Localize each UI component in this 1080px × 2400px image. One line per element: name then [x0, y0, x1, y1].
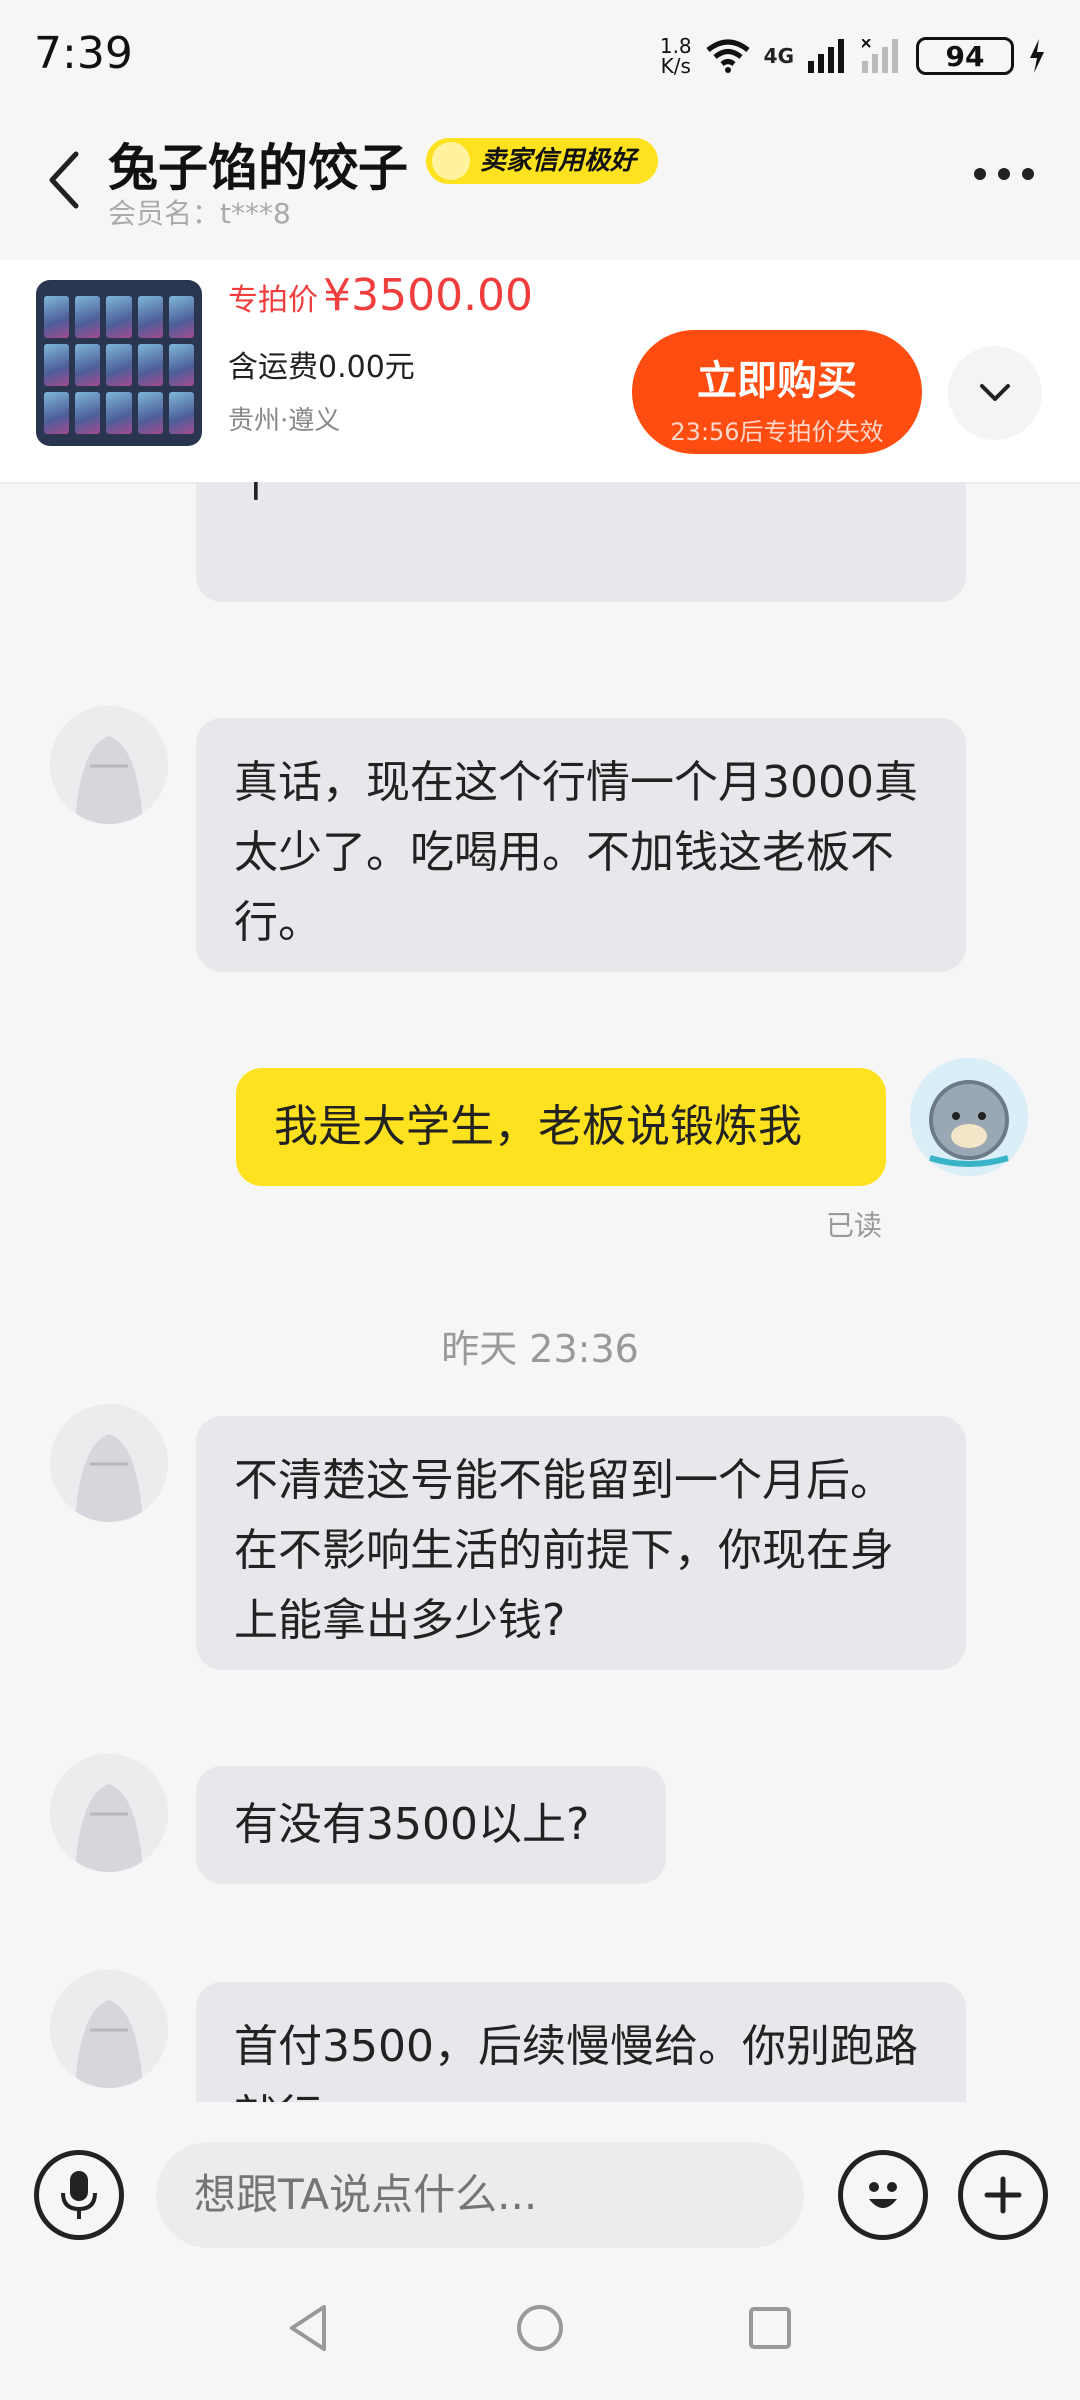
message-bubble[interactable]: 真话，现在这个行情一个月3000真太少了。吃喝用。不加钱这老板不行。 [196, 718, 966, 972]
battery-level: 94 [945, 39, 985, 73]
seller-avatar[interactable] [50, 1970, 168, 2088]
badge-label: 卖家信用极好 [480, 146, 637, 176]
input-bar [0, 2102, 1080, 2262]
product-card[interactable]: 专拍价 ¥3500.00 含运费0.00元 贵州·遵义 立即购买 23:56后专… [0, 260, 1080, 484]
dot-icon [1022, 168, 1034, 180]
signal-weak-icon [862, 39, 898, 73]
wifi-icon [706, 39, 750, 73]
shipping-info: 含运费0.00元 [228, 350, 415, 385]
chevron-down-icon [980, 384, 1010, 401]
avatar-illustration-icon [50, 1754, 168, 1872]
seller-credit-badge: 卖家信用极好 [426, 138, 659, 184]
seller-avatar[interactable] [50, 1404, 168, 1522]
add-button[interactable] [958, 2150, 1048, 2240]
buy-countdown: 23:56后专拍价失效 [670, 418, 884, 446]
status-icons: 1.8 K/s 4G 94 [660, 34, 1046, 78]
square-recents-icon [749, 2307, 791, 2349]
battery-icon: 94 [916, 37, 1014, 75]
seal-avatar-icon [910, 1058, 1028, 1176]
triangle-back-icon [290, 2305, 326, 2351]
status-time: 7:39 [34, 28, 133, 79]
message-list[interactable]: 喊老板加钱。一个月3000🐶都不干 真话，现在这个行情一个月3000真太少了。吃… [0, 482, 1080, 2102]
message-text: 有没有3500以上? [234, 1799, 590, 1850]
message-bubble[interactable]: 首付3500，后续慢慢给。你别跑路就行 [196, 1982, 966, 2102]
avatar-illustration-icon [50, 1970, 168, 2088]
avatar-illustration-icon [50, 1404, 168, 1522]
net-speed-unit: K/s [660, 54, 691, 78]
message-timestamp: 昨天 23:36 [441, 1327, 639, 1371]
buy-label: 立即购买 [697, 358, 857, 404]
dot-icon [974, 168, 986, 180]
message-bubble[interactable]: 不清楚这号能不能留到一个月后。在不影响生活的前提下，你现在身上能拿出多少钱? [196, 1416, 966, 1670]
collapse-button[interactable] [948, 346, 1042, 440]
product-price: 专拍价 ¥3500.00 [228, 270, 533, 321]
price-value: ¥3500.00 [323, 270, 534, 321]
message-text: 首付3500，后续慢慢给。你别跑路就行 [234, 2021, 918, 2102]
plus-icon [984, 2176, 1022, 2214]
net-speed: 1.8 K/s [660, 36, 692, 76]
buy-now-button[interactable]: 立即购买 23:56后专拍价失效 [632, 330, 922, 454]
price-label: 专拍价 [228, 283, 318, 318]
avatar-illustration-icon [50, 706, 168, 824]
seller-avatar[interactable] [50, 1754, 168, 1872]
net-speed-value: 1.8 [659, 34, 692, 58]
emoji-icon [432, 142, 470, 180]
microphone-icon [61, 2171, 97, 2219]
dot-icon [998, 168, 1010, 180]
my-avatar[interactable] [910, 1058, 1028, 1176]
back-button[interactable] [46, 150, 82, 214]
page-title: 兔子馅的饺子 [108, 139, 408, 197]
message-text: 不清楚这号能不能留到一个月后。在不影响生活的前提下，你现在身上能拿出多少钱? [234, 1455, 894, 1646]
message-bubble[interactable]: 有没有3500以上? [196, 1766, 666, 1884]
message-text: 我是大学生，老板说锻炼我 [274, 1101, 802, 1152]
message-text: 喊老板加钱。一个月3000🐶都不干 [234, 482, 885, 507]
emoji-button[interactable] [838, 2150, 928, 2240]
network-type: 4G [763, 44, 794, 68]
product-thumbnail[interactable] [36, 280, 202, 446]
seller-avatar[interactable] [50, 706, 168, 824]
read-receipt: 已读 [826, 1209, 883, 1242]
message-text: 真话，现在这个行情一个月3000真太少了。吃喝用。不加钱这老板不行。 [234, 757, 918, 948]
system-nav-bar [0, 2262, 1080, 2400]
smiley-icon [869, 2182, 897, 2208]
circle-home-icon [517, 2305, 563, 2351]
more-options-button[interactable] [974, 168, 1034, 180]
message-bubble[interactable]: 喊老板加钱。一个月3000🐶都不干 [196, 482, 966, 602]
nav-recents-button[interactable] [740, 2298, 800, 2358]
member-name: 会员名：t***8 [108, 197, 291, 230]
message-input[interactable] [156, 2142, 804, 2248]
location-info: 贵州·遵义 [228, 406, 341, 436]
status-bar: 7:39 1.8 K/s 4G 94 [0, 0, 1080, 110]
nav-home-button[interactable] [510, 2298, 570, 2358]
message-bubble-own[interactable]: 我是大学生，老板说锻炼我 [236, 1068, 886, 1186]
signal-icon [808, 39, 844, 73]
charging-icon [1030, 39, 1044, 73]
nav-back-button[interactable] [278, 2298, 338, 2358]
chat-header: 兔子馅的饺子 卖家信用极好 会员名：t***8 [0, 110, 1080, 260]
voice-button[interactable] [34, 2150, 124, 2240]
chevron-left-icon [49, 151, 79, 209]
